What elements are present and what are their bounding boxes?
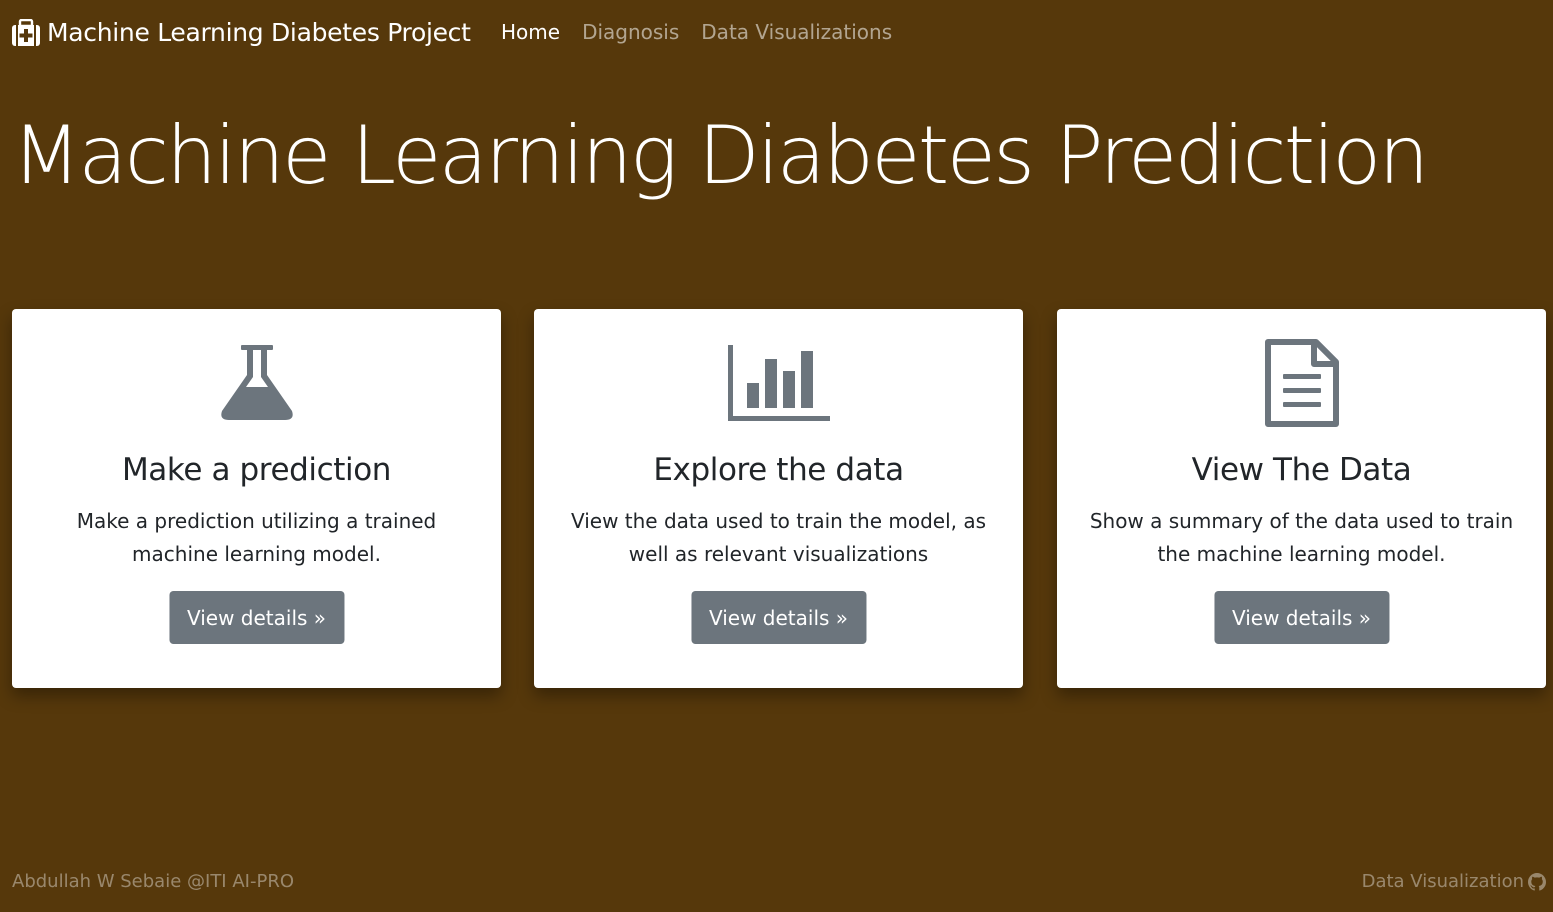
medkit-icon bbox=[11, 18, 41, 47]
brand-title: Machine Learning Diabetes Project bbox=[47, 18, 471, 47]
nav-link-home[interactable]: Home bbox=[501, 20, 560, 44]
card-make-prediction: Make a prediction Make a prediction util… bbox=[12, 309, 501, 688]
github-icon bbox=[1528, 872, 1546, 891]
page-title: Machine Learning Diabetes Prediction bbox=[12, 109, 1429, 202]
card-text: View the data used to train the model, a… bbox=[570, 509, 987, 566]
footer-credit: Abdullah W Sebaie @ITI AI-PRO bbox=[12, 871, 294, 892]
bar-chart-icon bbox=[534, 341, 1023, 425]
nav-links: Home Diagnosis Data Visualizations bbox=[501, 20, 914, 44]
nav-link-diagnosis[interactable]: Diagnosis bbox=[582, 20, 679, 44]
card-text: Make a prediction utilizing a trained ma… bbox=[76, 509, 437, 566]
card-title: View The Data bbox=[1191, 452, 1412, 488]
view-details-button[interactable]: View details » bbox=[1213, 591, 1390, 644]
card-title: Explore the data bbox=[653, 452, 904, 488]
card-text: Show a summary of the data used to train… bbox=[1089, 509, 1514, 566]
brand-link[interactable]: Machine Learning Diabetes Project bbox=[11, 18, 471, 47]
flask-icon bbox=[12, 341, 501, 425]
footer-data-visualization-link[interactable]: Data Visualization bbox=[1362, 871, 1546, 892]
footer-link-label: Data Visualization bbox=[1361, 871, 1524, 892]
view-details-button[interactable]: View details » bbox=[690, 591, 867, 644]
view-details-button[interactable]: View details » bbox=[168, 591, 345, 644]
card-view-data: View The Data Show a summary of the data… bbox=[1057, 309, 1546, 688]
nav-link-data-visualizations[interactable]: Data Visualizations bbox=[701, 20, 892, 44]
card-explore-data: Explore the data View the data used to t… bbox=[534, 309, 1023, 688]
document-icon bbox=[1057, 339, 1546, 427]
card-title: Make a prediction bbox=[121, 452, 392, 488]
navbar: Machine Learning Diabetes Project Home D… bbox=[0, 0, 1553, 70]
